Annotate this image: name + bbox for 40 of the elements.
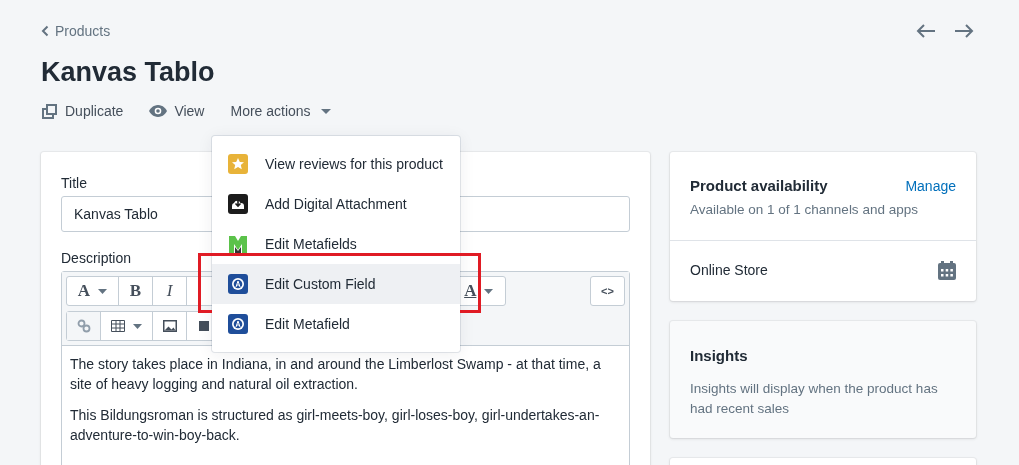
card-title: Insights [690,345,749,366]
eye-icon [149,105,168,117]
calendar-icon[interactable] [938,261,956,281]
italic-button[interactable]: I [153,277,187,305]
code-view-button[interactable]: <> [589,276,625,306]
next-arrow-icon[interactable] [954,23,974,39]
field-label: Description [61,249,132,267]
channel-name: Online Store [690,261,768,281]
previous-arrow-icon[interactable] [916,23,936,39]
paragraph: This Bildungsroman is structured as girl-meets-boy, girl-loses-boy, girl-undertakes-an-adventure-to-win-boy-back. [70,406,601,445]
card-text: Insights will display when the product has had recent sales [690,380,939,419]
duplicate-icon [41,102,58,120]
menu-item[interactable]: Edit Metafields [212,224,460,264]
square-icon [199,321,209,331]
image-icon [162,320,177,332]
field-label: Title [61,174,87,192]
caret-icon [320,108,331,114]
paragraph: The story takes place in Indiana, in and around the Limberlost Swamp - at that time, a site of heavy logging and natural oil extraction. [70,355,602,394]
view-button[interactable]: View [149,100,205,122]
menu-item[interactable]: Edit Metafield [212,304,460,344]
card-title: Product availability [690,176,828,196]
link-icon [76,319,91,333]
letter-m-logo-icon [228,234,248,254]
circle-logo-icon [228,274,248,294]
more-actions-button[interactable]: More actions [230,100,331,122]
page-title: Kanvas Tablo [41,56,216,89]
cloud-download-icon [228,194,248,214]
circle-logo-icon [228,314,248,334]
font-button[interactable]: A [67,277,119,305]
text-color-button[interactable]: A [452,277,505,305]
duplicate-button[interactable]: Duplicate [41,100,124,122]
manage-link[interactable]: Manage [905,175,956,197]
menu-item[interactable]: Edit Custom Field [212,264,460,304]
table-icon [111,320,125,332]
bold-button[interactable]: B [119,277,153,305]
menu-item[interactable]: Add Digital Attachment [212,184,460,224]
back-link[interactable]: Products [41,20,111,42]
card-subtitle: Available on 1 of 1 channels and apps [690,200,919,219]
menu-item[interactable]: View reviews for this product [212,144,460,184]
chevron-left-icon [41,25,49,37]
